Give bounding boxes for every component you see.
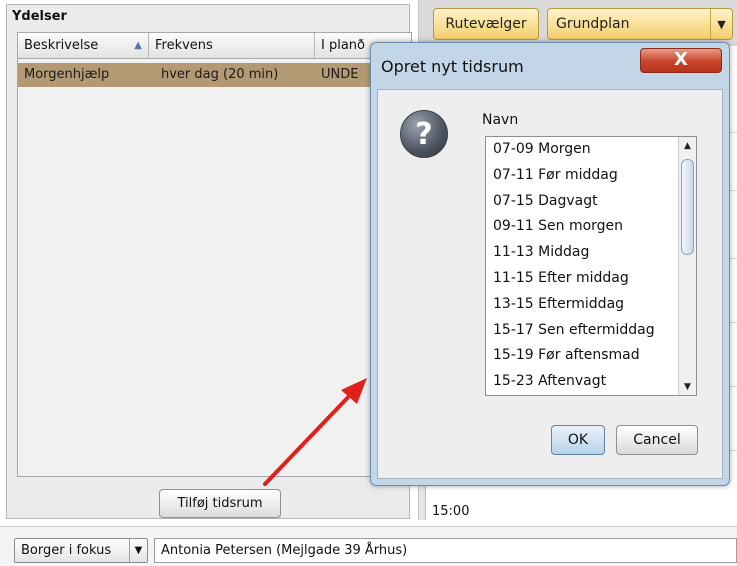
question-icon: ? — [400, 110, 448, 158]
citizen-field[interactable]: Antonia Petersen (Mejlgade 39 Århus) — [154, 538, 737, 563]
column-header-beskrivelse[interactable]: Beskrivelse ▲ — [18, 33, 149, 59]
column-header-frekvens[interactable]: Frekvens — [149, 33, 315, 59]
dialog-title: Opret nyt tidsrum — [381, 57, 524, 76]
focus-select[interactable]: Borger i fokus ▼ — [14, 538, 148, 563]
list-item[interactable]: 07-09 Morgen — [486, 137, 678, 163]
table-header: Beskrivelse ▲ Frekvens I planð — [18, 33, 411, 59]
table-row[interactable]: Morgenhjælp hver dag (20 min) UNDE — [18, 63, 411, 87]
close-icon: X — [674, 49, 688, 70]
new-timeslot-dialog: Opret nyt tidsrum X ? Navn 07-09 Morgen … — [370, 42, 730, 486]
dialog-body: ? Navn 07-09 Morgen 07-11 Før middag 07-… — [377, 89, 723, 479]
list-item[interactable]: 11-15 Efter middag — [486, 266, 678, 292]
timeslot-listbox[interactable]: 07-09 Morgen 07-11 Før middag 07-15 Dagv… — [485, 136, 697, 396]
red-arrow-icon — [263, 378, 367, 486]
column-header-label: I planð — [321, 38, 365, 53]
listbox-items: 07-09 Morgen 07-11 Før middag 07-15 Dagv… — [486, 137, 678, 395]
cell-beskrivelse: Morgenhjælp — [24, 67, 110, 82]
services-title: Ydelser — [12, 9, 67, 24]
list-item[interactable]: 09-11 Sen morgen — [486, 214, 678, 240]
list-item[interactable]: 15-19 Før aftensmad — [486, 343, 678, 369]
name-label: Navn — [482, 112, 519, 128]
scroll-down-icon[interactable]: ▼ — [679, 378, 696, 395]
plan-select-value: Grundplan — [556, 16, 630, 32]
sort-ascending-icon: ▲ — [134, 40, 142, 51]
column-header-label: Frekvens — [155, 38, 213, 53]
list-item[interactable]: 15-23 Aftenvagt — [486, 369, 678, 395]
listbox-scrollbar[interactable]: ▲ ▼ — [678, 137, 696, 395]
list-item[interactable]: 07-11 Før middag — [486, 163, 678, 189]
list-item[interactable]: 07-15 Dagvagt — [486, 189, 678, 215]
plan-select[interactable]: Grundplan ▼ — [547, 8, 733, 40]
add-timeslot-button[interactable]: Tilføj tidsrum — [159, 489, 281, 518]
chevron-down-icon[interactable]: ▼ — [710, 9, 732, 39]
focus-bar: Borger i fokus ▼ Antonia Petersen (Mejlg… — [0, 526, 737, 566]
cancel-button[interactable]: Cancel — [616, 425, 698, 455]
route-selector-button[interactable]: Rutevælger — [433, 8, 539, 40]
ok-button[interactable]: OK — [551, 425, 605, 455]
schedule-toolbar: Rutevælger Grundplan ▼ — [419, 0, 737, 46]
close-button[interactable]: X — [640, 48, 722, 73]
list-item[interactable]: 13-15 Eftermiddag — [486, 292, 678, 318]
cell-frekvens: hver dag (20 min) — [161, 67, 279, 82]
list-item[interactable]: 15-17 Sen eftermiddag — [486, 318, 678, 344]
chevron-down-icon[interactable]: ▼ — [129, 539, 147, 562]
column-header-label: Beskrivelse — [24, 38, 99, 53]
scroll-thumb[interactable] — [681, 159, 694, 255]
scroll-up-icon[interactable]: ▲ — [679, 137, 696, 154]
list-item[interactable]: 11-13 Middag — [486, 240, 678, 266]
focus-select-label: Borger i fokus — [21, 543, 112, 558]
time-label: 15:00 — [432, 504, 470, 519]
